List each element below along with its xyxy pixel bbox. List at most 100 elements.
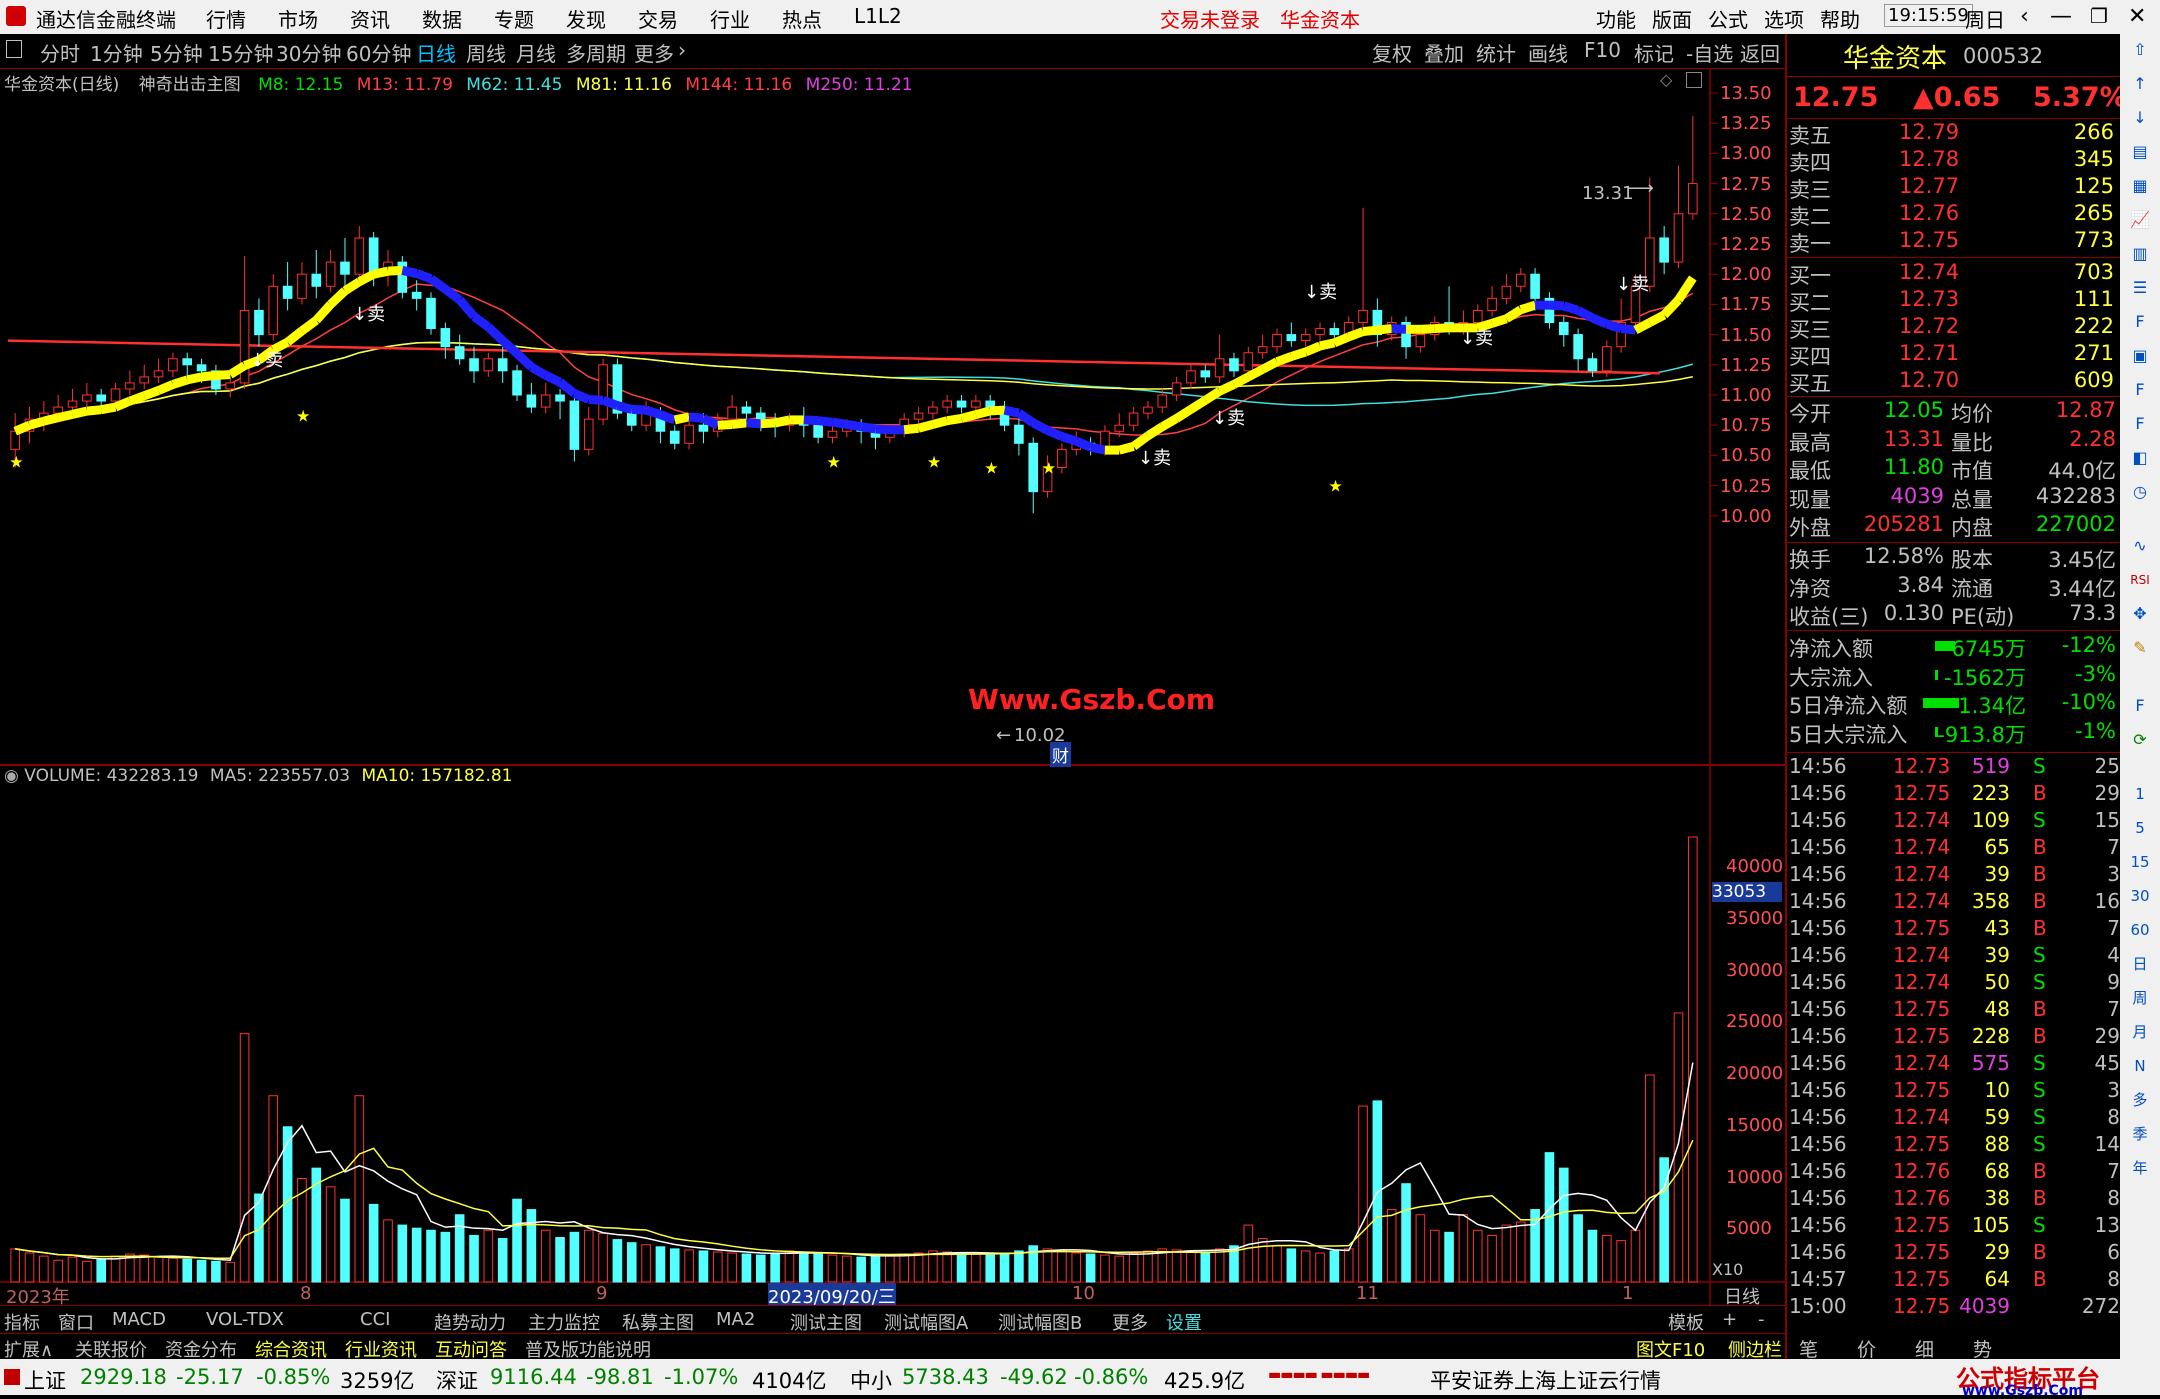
period-shortcut[interactable]: 周 xyxy=(2128,986,2152,1010)
fs-icon[interactable]: F xyxy=(2128,694,2152,718)
indicator-tab[interactable]: 趋势动力 xyxy=(434,1309,506,1335)
indicator-tab[interactable]: CCI xyxy=(360,1309,390,1330)
chevron-up-icon[interactable]: ⇧ xyxy=(2128,38,2152,62)
menu-jiaoyi[interactable]: 交易 xyxy=(638,4,678,33)
period-shortcut[interactable]: 月 xyxy=(2128,1020,2152,1044)
arrow-down-icon[interactable]: ↓ xyxy=(2128,106,2152,130)
period-shortcut[interactable]: 15 xyxy=(2128,850,2152,874)
bid-price[interactable]: 12.73 xyxy=(1899,287,1959,311)
period-30min[interactable]: 30分钟 xyxy=(276,38,341,67)
period-monthly[interactable]: 月线 xyxy=(516,38,556,67)
ask-price[interactable]: 12.75 xyxy=(1899,228,1959,252)
indicator-tab[interactable]: VOL-TDX xyxy=(206,1309,284,1330)
login-status[interactable]: 交易未登录 xyxy=(1160,4,1260,33)
huaxian-button[interactable]: 画线 xyxy=(1528,38,1568,67)
indicator-right-button[interactable]: 模板 xyxy=(1668,1309,1704,1335)
board-icon[interactable]: ▣ xyxy=(2128,344,2152,368)
ask-price[interactable]: 12.77 xyxy=(1899,174,1959,198)
indicator-tab[interactable]: MACD xyxy=(112,1309,166,1330)
fuquan-button[interactable]: 复权 xyxy=(1372,38,1412,67)
period-shortcut[interactable]: 60 xyxy=(2128,918,2152,942)
menu-shichang[interactable]: 市场 xyxy=(278,4,318,33)
biaoji-button[interactable]: 标记 xyxy=(1634,38,1674,67)
menu-redian[interactable]: 热点 xyxy=(782,4,822,33)
indicator-tab[interactable]: 窗口 xyxy=(58,1309,94,1335)
period-shortcut[interactable]: 5 xyxy=(2128,816,2152,840)
period-multi[interactable]: 多周期 xyxy=(566,38,626,67)
panel-toggle-icon[interactable] xyxy=(6,40,22,58)
f10-icon[interactable]: F xyxy=(2128,310,2152,334)
zx-index-label[interactable]: 中小 xyxy=(850,1365,892,1395)
indicator-tab[interactable]: 测试幅图A xyxy=(884,1309,968,1335)
menu-shuju[interactable]: 数据 xyxy=(422,4,462,33)
indicator-right-button[interactable]: + xyxy=(1722,1309,1737,1330)
indicator-tab[interactable]: MA2 xyxy=(716,1309,755,1330)
arrow-up-icon[interactable]: ↑ xyxy=(2128,72,2152,96)
menu-xuanxiang[interactable]: 选项 xyxy=(1764,4,1804,33)
period-more[interactable]: 更多 xyxy=(634,38,674,67)
chevron-right-icon[interactable]: › xyxy=(678,38,686,62)
period-shortcut[interactable]: 日 xyxy=(2128,952,2152,976)
menu-banmian[interactable]: 版面 xyxy=(1652,4,1692,33)
pencil-icon[interactable]: ✎ xyxy=(2128,636,2152,660)
indicator-tab[interactable]: 私募主图 xyxy=(622,1309,694,1335)
wave-icon[interactable]: ∿ xyxy=(2128,534,2152,558)
close-icon[interactable]: ✕ xyxy=(2128,4,2146,29)
restore-icon[interactable]: ❐ xyxy=(2090,4,2108,28)
list-icon[interactable]: ☰ xyxy=(2128,276,2152,300)
panel-footer-tab[interactable]: 笔 xyxy=(1799,1335,1818,1362)
menu-l1l2[interactable]: L1L2 xyxy=(854,4,902,28)
bid-price[interactable]: 12.70 xyxy=(1899,368,1959,392)
menu-gongshi[interactable]: 公式 xyxy=(1708,4,1748,33)
back-button[interactable]: 返回 xyxy=(1740,38,1780,67)
menu-gongneng[interactable]: 功能 xyxy=(1596,4,1636,33)
sh-index-label[interactable]: 上证 xyxy=(24,1365,66,1395)
period-shortcut[interactable]: 年 xyxy=(2128,1156,2152,1180)
period-shortcut[interactable]: 30 xyxy=(2128,884,2152,908)
panel-footer-tab[interactable]: 细 xyxy=(1915,1335,1934,1362)
diejia-button[interactable]: 叠加 xyxy=(1424,38,1464,67)
rsi-icon[interactable]: RSI xyxy=(2128,568,2152,592)
period-daily[interactable]: 日线 xyxy=(416,38,456,67)
menu-zixun[interactable]: 资讯 xyxy=(350,4,390,33)
stock-info-icon[interactable]: ▤ xyxy=(2128,140,2152,164)
period-60min[interactable]: 60分钟 xyxy=(346,38,411,67)
back-arrow-icon[interactable]: ‹ xyxy=(2020,4,2029,29)
f10-icon[interactable]: F xyxy=(2128,378,2152,402)
finance-badge[interactable]: 财 xyxy=(1050,742,1071,767)
volume-collapse-icon[interactable]: ◉ xyxy=(4,766,19,786)
indicator-tab[interactable]: 更多 xyxy=(1112,1309,1148,1335)
menu-hangye[interactable]: 行业 xyxy=(710,4,750,33)
sz-index-label[interactable]: 深证 xyxy=(436,1365,478,1395)
ask-price[interactable]: 12.78 xyxy=(1899,147,1959,171)
period-weekly[interactable]: 周线 xyxy=(466,38,506,67)
move-icon[interactable]: ✥ xyxy=(2128,602,2152,626)
period-shortcut[interactable]: N xyxy=(2128,1054,2152,1078)
indicator-tab[interactable]: 主力监控 xyxy=(528,1309,600,1335)
period-shortcut[interactable]: 季 xyxy=(2128,1122,2152,1146)
indicator-tab[interactable]: 测试幅图B xyxy=(998,1309,1082,1335)
menu-faxian[interactable]: 发现 xyxy=(566,4,606,33)
f2-icon[interactable]: F xyxy=(2128,412,2152,436)
server-name[interactable]: 平安证券上海上证云行情 xyxy=(1430,1365,1661,1395)
indicator-tab[interactable]: 指标 xyxy=(4,1309,40,1335)
grid-icon[interactable]: ▦ xyxy=(2128,174,2152,198)
period-fenshi[interactable]: 分时 xyxy=(40,38,80,67)
ask-price[interactable]: 12.76 xyxy=(1899,201,1959,225)
clock-icon[interactable]: ◷ xyxy=(2128,480,2152,504)
kline-icon[interactable]: ▥ xyxy=(2128,242,2152,266)
bid-price[interactable]: 12.72 xyxy=(1899,314,1959,338)
bid-price[interactable]: 12.74 xyxy=(1899,260,1959,284)
menu-zhuanti[interactable]: 专题 xyxy=(494,4,534,33)
f10-button[interactable]: F10 xyxy=(1584,38,1621,62)
indicator-tab[interactable]: 设置 xyxy=(1166,1309,1202,1335)
minimize-icon[interactable]: — xyxy=(2050,4,2072,29)
chart-icon[interactable]: ◧ xyxy=(2128,446,2152,470)
tongji-button[interactable]: 统计 xyxy=(1476,38,1516,67)
kline-chart[interactable]: ★ ★ ★ ★ ★ ★ ★ xyxy=(0,68,1785,1305)
ask-price[interactable]: 12.79 xyxy=(1899,120,1959,144)
refresh-icon[interactable]: ⟳ xyxy=(2128,728,2152,752)
panel-footer-tab[interactable]: 势 xyxy=(1973,1335,1992,1362)
indicator-tab[interactable]: 测试主图 xyxy=(790,1309,862,1335)
period-shortcut[interactable]: 1 xyxy=(2128,782,2152,806)
